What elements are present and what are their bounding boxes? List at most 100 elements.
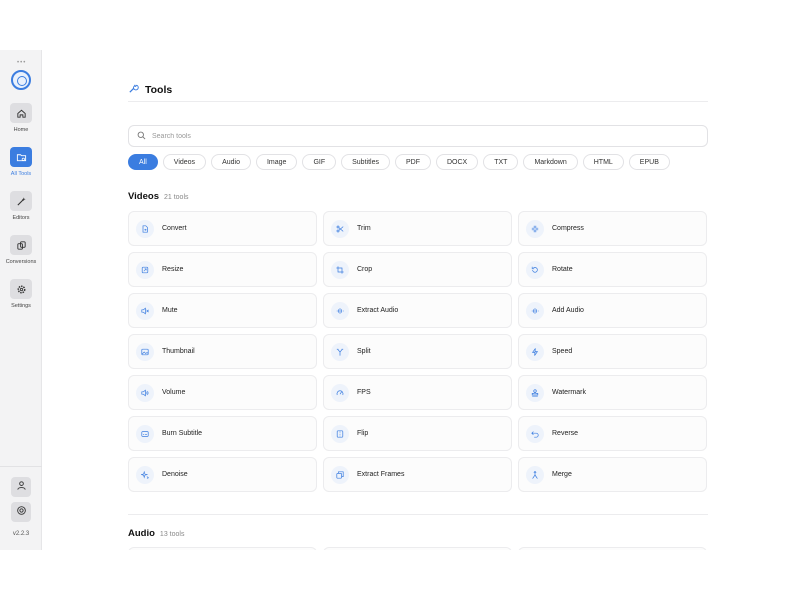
section-count: 21 tools (163, 194, 189, 201)
tools-grid-videos: Convert Trim Compress Resize Crop Rotate Mute E… (128, 211, 708, 492)
tool-card-label: Flip (357, 430, 369, 437)
tool-card-reverse[interactable]: Reverse (518, 416, 707, 451)
tool-card-label: FPS (357, 389, 371, 396)
tool-card-flip[interactable]: Flip (323, 416, 512, 451)
tool-card-fps[interactable]: FPS (323, 375, 512, 410)
tool-card-extract-frames[interactable]: Extract Frames (323, 457, 512, 492)
section-count: 13 tools (159, 531, 185, 538)
filter-chip-videos[interactable]: Videos (162, 154, 207, 170)
sidebar-item-label: All Tools (10, 171, 32, 177)
main-content: Tools AllVideosAudioImageGIFSubtitlesPDF… (42, 50, 794, 550)
sidebar-item-home[interactable]: Home (0, 103, 42, 133)
filter-chip-html[interactable]: HTML (582, 154, 624, 170)
gear-icon (10, 279, 32, 299)
app-version: v2.2.3 (12, 531, 30, 537)
section-title: Videos (128, 191, 159, 202)
search-bar[interactable] (128, 125, 708, 147)
header-divider (128, 101, 708, 102)
sparkle-icon (136, 465, 154, 484)
tool-card[interactable] (323, 547, 512, 550)
filter-chip-subtitles[interactable]: Subtitles (341, 154, 390, 170)
filter-chip-gif[interactable]: GIF (302, 154, 337, 170)
reverse-icon (526, 424, 544, 443)
tool-card-split[interactable]: Split (323, 334, 512, 369)
sidebar-divider (0, 466, 42, 467)
filter-chip-docx[interactable]: DOCX (435, 154, 479, 170)
tool-card-speed[interactable]: Speed (518, 334, 707, 369)
tool-card-extract-audio[interactable]: Extract Audio (323, 293, 512, 328)
tool-card-denoise[interactable]: Denoise (128, 457, 317, 492)
tool-card-label: Add Audio (552, 307, 584, 314)
page-header: Tools (128, 80, 172, 100)
account-button[interactable] (11, 477, 31, 497)
sidebar-item-label: Editors (12, 215, 30, 221)
filter-chip-image[interactable]: Image (255, 154, 298, 170)
sidebar-item-conversions[interactable]: Conversions (0, 235, 42, 265)
drag-grip-icon[interactable]: ••• (17, 60, 26, 66)
sidebar-item-label: Home (13, 127, 29, 133)
image-icon (136, 342, 154, 361)
tool-card-trim[interactable]: Trim (323, 211, 512, 246)
tool-card-label: Resize (162, 266, 184, 273)
tool-card-label: Split (357, 348, 371, 355)
filter-chip-epub[interactable]: EPUB (628, 154, 670, 170)
sidebar-item-settings[interactable]: Settings (0, 279, 42, 309)
app-logo (11, 70, 31, 90)
tool-card-label: Extract Frames (357, 471, 405, 478)
help-button[interactable] (11, 502, 31, 522)
wand-icon (10, 191, 32, 211)
section-divider (128, 514, 708, 515)
search-input[interactable] (152, 132, 652, 140)
sidebar-item-all-tools[interactable]: All Tools (0, 147, 42, 177)
tool-card-crop[interactable]: Crop (323, 252, 512, 287)
tool-card-label: Reverse (552, 430, 579, 437)
filter-chips: All Videos Audio Image GIF Subtitles PDF DOCX TX… (128, 154, 670, 170)
tool-card-label: Trim (357, 225, 371, 232)
tool-card-label: Rotate (552, 266, 573, 273)
tool-card-label: Volume (162, 389, 186, 396)
wrench-icon (128, 81, 139, 99)
folder-icon (10, 147, 32, 167)
tools-grid-audio (128, 547, 708, 550)
tool-card-merge[interactable]: Merge (518, 457, 707, 492)
tool-card-compress[interactable]: Compress (518, 211, 707, 246)
search-icon (137, 127, 146, 145)
home-icon (10, 103, 32, 123)
frames-icon (331, 465, 349, 484)
subtitle-icon (136, 424, 154, 443)
tool-card-label: Convert (162, 225, 187, 232)
filter-chip-pdf[interactable]: PDF (394, 154, 431, 170)
tool-card-label: Extract Audio (357, 307, 399, 314)
resize-icon (136, 260, 154, 279)
rotate-icon (526, 260, 544, 279)
tool-card-volume[interactable]: Volume (128, 375, 317, 410)
volume-icon (136, 383, 154, 402)
scissors-icon (331, 219, 349, 238)
tool-card-convert[interactable]: Convert (128, 211, 317, 246)
tool-card-burn-subtitle[interactable]: Burn Subtitle (128, 416, 317, 451)
filter-chip-markdown[interactable]: Markdown (523, 154, 578, 170)
tool-card-rotate[interactable]: Rotate (518, 252, 707, 287)
user-icon (16, 478, 27, 496)
tool-card-add-audio[interactable]: Add Audio (518, 293, 707, 328)
tool-card-label: Thumbnail (162, 348, 195, 355)
tool-card-resize[interactable]: Resize (128, 252, 317, 287)
tool-card-mute[interactable]: Mute (128, 293, 317, 328)
filter-chip-all[interactable]: All (128, 154, 158, 170)
filter-chip-txt[interactable]: TXT (483, 154, 519, 170)
speed-icon (526, 342, 544, 361)
tool-card-watermark[interactable]: Watermark (518, 375, 707, 410)
tool-card-label: Crop (357, 266, 373, 273)
help-icon (16, 503, 27, 521)
filter-chip-audio[interactable]: Audio (211, 154, 251, 170)
sidebar-item-editors[interactable]: Editors (0, 191, 42, 221)
compress-icon (526, 219, 544, 238)
tool-card-thumbnail[interactable]: Thumbnail (128, 334, 317, 369)
tool-card[interactable] (128, 547, 317, 550)
section-title: Audio (128, 528, 155, 539)
tool-card-label: Mute (162, 307, 178, 314)
section-header-videos: Videos 21 tools (128, 191, 189, 202)
tool-card[interactable] (518, 547, 707, 550)
split-icon (331, 342, 349, 361)
mute-icon (136, 301, 154, 320)
